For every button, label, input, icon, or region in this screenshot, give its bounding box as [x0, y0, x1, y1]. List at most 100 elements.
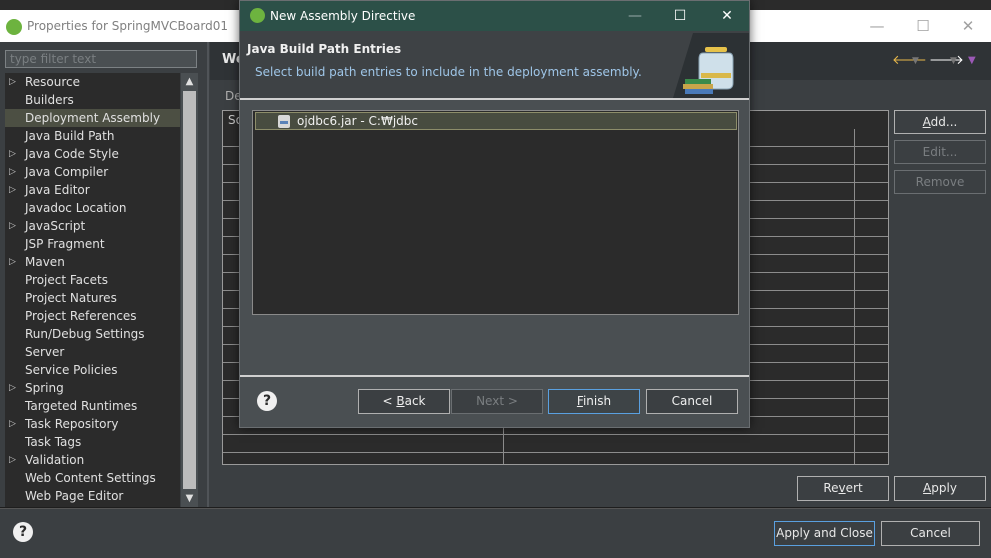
expand-triangle-icon[interactable]: ▷: [9, 415, 16, 433]
help-icon[interactable]: ?: [257, 391, 277, 411]
tree-item-label: Javadoc Location: [25, 201, 127, 215]
chevron-down-icon[interactable]: ▼: [181, 490, 198, 507]
apply-and-close-button[interactable]: Apply and Close: [774, 521, 875, 546]
new-assembly-directive-dialog: New Assembly Directive — ☐ ✕ Java Build …: [239, 0, 750, 428]
edit-button[interactable]: Edit...: [894, 140, 986, 164]
tree-item[interactable]: Task Tags: [5, 433, 180, 451]
close-button[interactable]: ✕: [948, 16, 988, 38]
tree-item-label: Project References: [25, 309, 137, 323]
expand-triangle-icon[interactable]: ▷: [9, 145, 16, 163]
tree-item-label: Builders: [25, 93, 74, 107]
maximize-button[interactable]: ☐: [665, 5, 695, 27]
tree-item[interactable]: Project Natures: [5, 289, 180, 307]
spring-leaf-icon: [6, 19, 22, 35]
tree-item[interactable]: Deployment Assembly: [5, 109, 180, 127]
help-icon[interactable]: ?: [13, 522, 33, 542]
close-button[interactable]: ✕: [712, 5, 742, 27]
properties-window-title: Properties for SpringMVCBoard01: [27, 19, 228, 33]
add-button[interactable]: Add...: [894, 110, 986, 134]
list-item[interactable]: ojdbc6.jar - C:₩jdbc: [255, 112, 737, 130]
tree-item[interactable]: Web Content Settings: [5, 469, 180, 487]
tree-item-label: Spring: [25, 381, 64, 395]
tree-item-label: Project Natures: [25, 291, 117, 305]
expand-triangle-icon[interactable]: ▷: [9, 217, 16, 235]
entry-label: ojdbc6.jar - C:₩jdbc: [297, 114, 418, 128]
tree-item[interactable]: ▷ Spring: [5, 379, 180, 397]
expand-triangle-icon[interactable]: ▷: [9, 451, 16, 469]
tree-scrollbar[interactable]: ▲ ▼: [181, 73, 198, 507]
tree-item-label: Service Policies: [25, 363, 118, 377]
expand-triangle-icon[interactable]: ▷: [9, 181, 16, 199]
banner-divider: [240, 98, 749, 100]
property-page-tree[interactable]: ▷ Resource Builders Deployment Assembly Java…: [5, 73, 180, 507]
tree-item[interactable]: Java Build Path: [5, 127, 180, 145]
tree-item-label: Targeted Runtimes: [25, 399, 138, 413]
revert-button[interactable]: Revert: [797, 476, 889, 501]
tree-item[interactable]: Javadoc Location: [5, 199, 180, 217]
tree-item-label: Resource: [25, 75, 81, 89]
scrollbar-thumb[interactable]: [183, 91, 196, 489]
tree-item-label: Run/Debug Settings: [25, 327, 145, 341]
tree-item[interactable]: Server: [5, 343, 180, 361]
tree-item-label: Java Compiler: [25, 165, 109, 179]
tree-item-label: Java Editor: [25, 183, 90, 197]
banner-title: Java Build Path Entries: [247, 42, 402, 56]
chevron-down-icon[interactable]: ▼: [912, 56, 919, 66]
build-path-entry-list[interactable]: ojdbc6.jar - C:₩jdbc: [252, 110, 739, 315]
pane-divider[interactable]: [207, 42, 209, 507]
filter-input[interactable]: type filter text: [5, 50, 197, 68]
minimize-button[interactable]: —: [620, 5, 650, 27]
tree-item[interactable]: Service Policies: [5, 361, 180, 379]
tree-item-label: Deployment Assembly: [25, 111, 161, 125]
dialog-title: New Assembly Directive: [270, 9, 416, 23]
apply-button[interactable]: Apply: [894, 476, 986, 501]
spring-leaf-icon: [250, 8, 265, 23]
tree-item[interactable]: ▷ Maven: [5, 253, 180, 271]
cancel-button[interactable]: Cancel: [881, 521, 980, 546]
chevron-down-icon[interactable]: ▼: [950, 56, 957, 66]
tree-item[interactable]: ▷ Resource: [5, 73, 180, 91]
tree-item[interactable]: ▷ Java Code Style: [5, 145, 180, 163]
tree-item[interactable]: Project References: [5, 307, 180, 325]
next-button[interactable]: Next >: [451, 389, 543, 414]
remove-button[interactable]: Remove: [894, 170, 986, 194]
dialog-title-bar: New Assembly Directive — ☐ ✕: [240, 1, 749, 31]
maximize-button[interactable]: ☐: [903, 16, 943, 38]
jar-file-icon: [278, 115, 290, 128]
tree-item-label: Server: [25, 345, 65, 359]
expand-triangle-icon[interactable]: ▷: [9, 379, 16, 397]
tree-item-label: Maven: [25, 255, 65, 269]
forward-arrow-icon[interactable]: 🡒: [929, 52, 964, 68]
tree-item-label: Web Page Editor: [25, 489, 124, 503]
expand-triangle-icon[interactable]: ▷: [9, 73, 16, 91]
expand-triangle-icon[interactable]: ▷: [9, 253, 16, 271]
tree-item[interactable]: Run/Debug Settings: [5, 325, 180, 343]
tree-item[interactable]: Web Page Editor: [5, 487, 180, 505]
finish-button[interactable]: Finish: [548, 389, 640, 414]
minimize-button[interactable]: —: [857, 16, 897, 38]
tree-item[interactable]: ▷ Validation: [5, 451, 180, 469]
back-arrow-icon[interactable]: 🡐: [892, 52, 927, 68]
tree-item[interactable]: ▷ Java Editor: [5, 181, 180, 199]
tree-item-label: Java Build Path: [25, 129, 115, 143]
tree-item[interactable]: ▷ JavaScript: [5, 217, 180, 235]
expand-triangle-icon[interactable]: ▷: [9, 163, 16, 181]
button-bar-divider: [240, 375, 749, 377]
view-menu-icon[interactable]: ▼: [968, 55, 976, 66]
tree-item-label: Task Repository: [25, 417, 119, 431]
tree-item-label: Project Facets: [25, 273, 108, 287]
tree-item-label: Java Code Style: [25, 147, 119, 161]
cancel-button[interactable]: Cancel: [646, 389, 738, 414]
tree-item[interactable]: Builders: [5, 91, 180, 109]
tree-item-label: JSP Fragment: [25, 237, 105, 251]
tree-item[interactable]: Targeted Runtimes: [5, 397, 180, 415]
tree-item-label: JavaScript: [25, 219, 86, 233]
tree-item-label: Web Content Settings: [25, 471, 156, 485]
tree-item[interactable]: ▷ Task Repository: [5, 415, 180, 433]
tree-item[interactable]: Project Facets: [5, 271, 180, 289]
back-button[interactable]: < Back: [358, 389, 450, 414]
chevron-up-icon[interactable]: ▲: [181, 73, 198, 90]
tree-item-label: Task Tags: [25, 435, 82, 449]
tree-item[interactable]: JSP Fragment: [5, 235, 180, 253]
tree-item[interactable]: ▷ Java Compiler: [5, 163, 180, 181]
